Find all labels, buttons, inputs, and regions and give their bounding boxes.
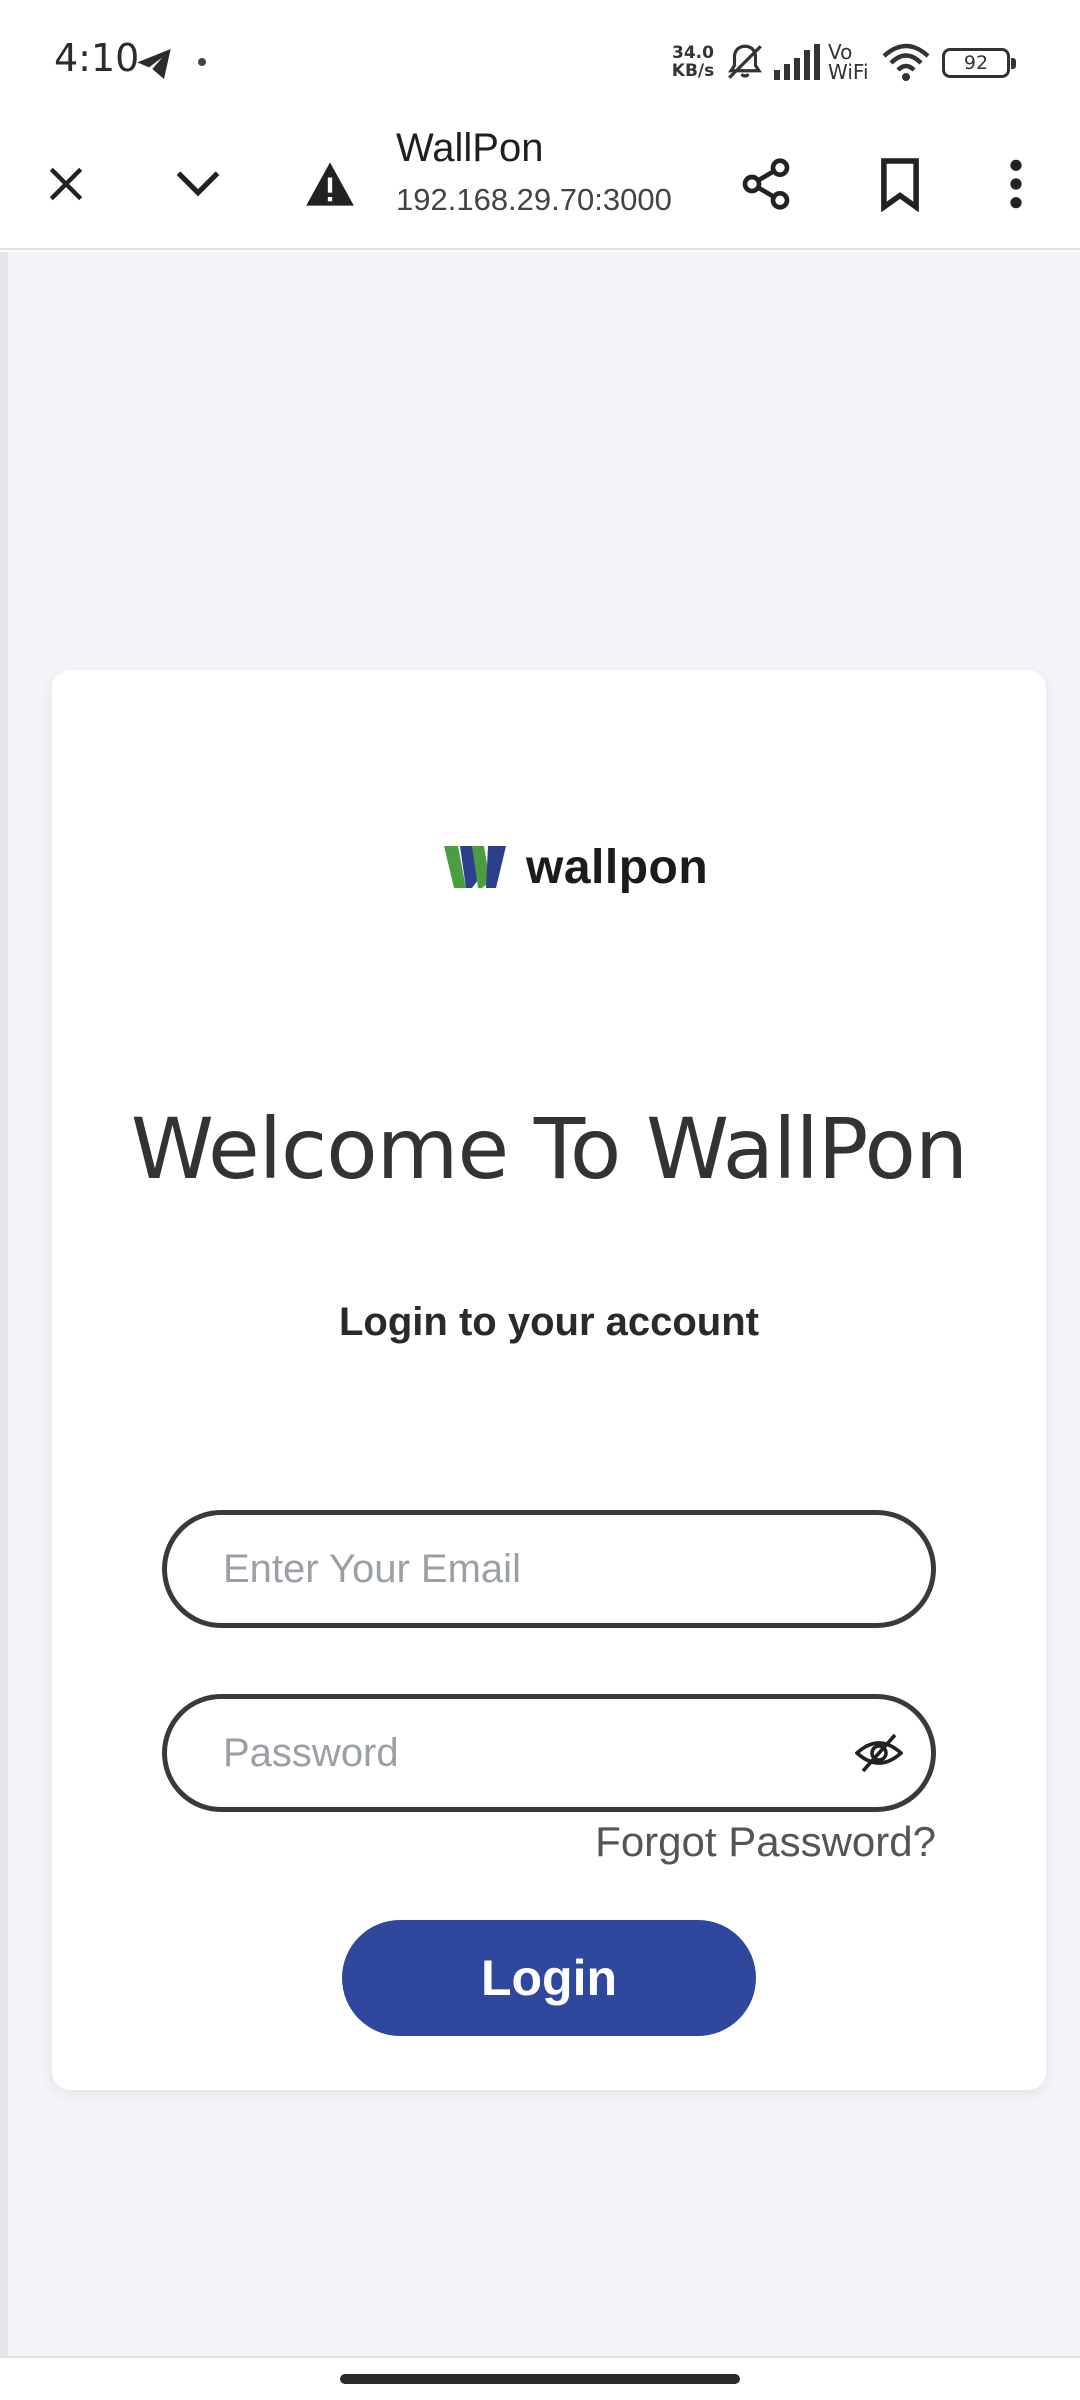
vowifi-indicator: Vo WiFi	[828, 42, 878, 82]
network-speed-unit: KB/s	[671, 61, 715, 81]
email-input[interactable]	[223, 1546, 843, 1592]
home-indicator[interactable]	[340, 2374, 740, 2384]
page-title: WallPon	[396, 126, 544, 170]
warning-icon[interactable]	[290, 144, 370, 224]
wifi-icon	[882, 43, 930, 81]
chevron-down-icon[interactable]	[158, 144, 238, 224]
network-speed: 34.0 KB/s	[668, 44, 718, 80]
bookmark-icon[interactable]	[860, 144, 940, 224]
status-bar: 4:10 34.0 KB/s Vo WiFi 92	[0, 0, 1080, 120]
battery-icon: 92	[942, 48, 1016, 78]
telegram-icon	[137, 49, 171, 79]
vowifi-bottom: WiFi	[828, 60, 869, 84]
login-card: wallpon Welcome To WallPon Login to your…	[52, 670, 1046, 2090]
email-field[interactable]	[162, 1510, 936, 1628]
signal-icon	[774, 44, 820, 80]
browser-toolbar: WallPon 192.168.29.70:3000	[0, 120, 1080, 250]
vowifi-top: Vo	[828, 40, 853, 64]
wallpon-logo: wallpon	[442, 832, 742, 902]
navigation-bar	[0, 2356, 1080, 2400]
welcome-heading: Welcome To WallPon	[130, 1100, 968, 1198]
close-icon[interactable]	[26, 144, 106, 224]
status-time: 4:10	[54, 36, 140, 80]
login-subtitle: Login to your account	[339, 1300, 759, 1344]
mute-icon	[728, 44, 762, 79]
more-vert-icon[interactable]	[976, 144, 1056, 224]
notification-dot	[198, 58, 206, 66]
forgot-password-link[interactable]: Forgot Password?	[595, 1818, 936, 1866]
page-url[interactable]: 192.168.29.70:3000	[396, 182, 672, 218]
login-button[interactable]: Login	[342, 1920, 756, 2036]
password-field[interactable]	[162, 1694, 936, 1812]
password-input[interactable]	[223, 1730, 843, 1776]
wallpon-logo-icon	[444, 846, 506, 888]
share-icon[interactable]	[726, 144, 806, 224]
network-speed-value: 34.0	[672, 43, 714, 63]
eye-off-icon[interactable]	[855, 1731, 903, 1775]
page-content: wallpon Welcome To WallPon Login to your…	[0, 252, 1080, 2356]
logo-text: wallpon	[526, 840, 709, 894]
